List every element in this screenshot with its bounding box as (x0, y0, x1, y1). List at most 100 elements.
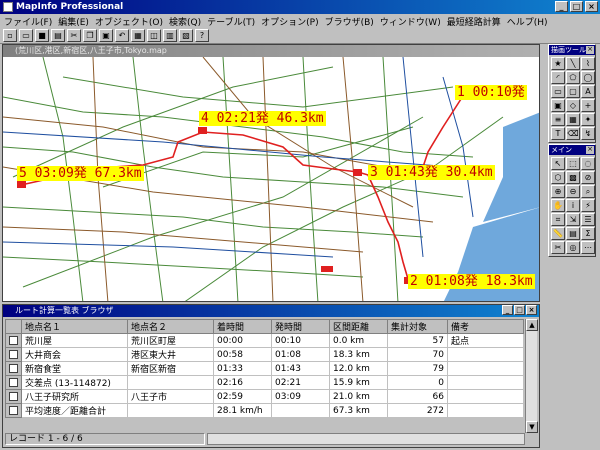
zoom-in-icon[interactable]: ⊕ (551, 185, 565, 198)
boundary-select-icon[interactable]: ▩ (566, 171, 580, 184)
info-tool-icon[interactable]: i (566, 199, 580, 212)
table-cell[interactable]: 荒川区町屋 (127, 333, 214, 348)
table-cell[interactable] (447, 361, 524, 376)
row-checkbox[interactable] (9, 391, 18, 401)
scroll-up-icon[interactable]: ▲ (526, 319, 538, 331)
table-cell[interactable] (447, 375, 524, 390)
table-cell[interactable] (447, 389, 524, 404)
table-cell[interactable]: 21.0 km (329, 389, 388, 404)
table-cell[interactable] (447, 347, 524, 362)
menu-table[interactable]: テーブル(T) (207, 15, 255, 28)
new-mapper-icon[interactable]: ◫ (147, 29, 161, 42)
polyline-tool-icon[interactable]: ⌇ (581, 57, 595, 70)
marquee-select-icon[interactable]: ⬚ (566, 157, 580, 170)
cut-icon[interactable]: ✂ (67, 29, 81, 42)
help-icon[interactable]: ? (195, 29, 209, 42)
table-cell[interactable]: 0.0 km (329, 333, 388, 348)
point-marker[interactable] (321, 266, 333, 272)
add-node-tool-icon[interactable]: + (581, 99, 595, 112)
table-cell[interactable]: 67.3 km (329, 403, 388, 418)
table-row[interactable]: 交差点 (13-114872) 02:16 02:21 15.9 km 0 (5, 375, 524, 390)
table-cell[interactable]: 新宿食堂 (21, 361, 128, 376)
graph-icon[interactable]: ▥ (163, 29, 177, 42)
table-cell[interactable]: 70 (387, 347, 448, 362)
column-header[interactable]: 区間距離 (329, 319, 388, 334)
label-tool-icon[interactable]: ⌗ (551, 213, 565, 226)
table-row[interactable]: 八王子研究所 八王子市 02:59 03:09 21.0 km 66 (5, 389, 524, 404)
row-checkbox[interactable] (9, 405, 18, 415)
table-cell[interactable] (271, 403, 330, 418)
table-cell[interactable]: 02:16 (213, 375, 272, 390)
table-cell[interactable]: 交差点 (13-114872) (21, 375, 128, 390)
drag-map-icon[interactable]: ⇲ (566, 213, 580, 226)
menu-shortest-route[interactable]: 最短経路計算 (447, 15, 501, 28)
table-cell[interactable]: 57 (387, 333, 448, 348)
line-tool-icon[interactable]: ╲ (566, 57, 580, 70)
show-legend-icon[interactable]: ▤ (566, 227, 580, 240)
vertical-scrollbar[interactable]: ▲ ▼ (525, 319, 538, 433)
table-cell[interactable]: 八王子市 (127, 389, 214, 404)
table-cell[interactable]: 66 (387, 389, 448, 404)
table-cell[interactable]: 0 (387, 375, 448, 390)
select-arrow-icon[interactable]: ↖ (551, 157, 565, 170)
table-cell[interactable]: 28.1 km/h (213, 403, 272, 418)
table-cell[interactable]: 79 (387, 361, 448, 376)
table-cell[interactable]: 起点 (447, 333, 524, 348)
symbol-tool-icon[interactable]: ★ (551, 57, 565, 70)
menu-window[interactable]: ウィンドウ(W) (380, 15, 441, 28)
menu-options[interactable]: オプション(P) (261, 15, 318, 28)
table-cell[interactable]: 01:08 (271, 347, 330, 362)
table-cell[interactable]: 03:09 (271, 389, 330, 404)
table-row[interactable]: 平均速度／距離合計 28.1 km/h 67.3 km 272 (5, 403, 524, 418)
table-cell[interactable]: 港区東大井 (127, 347, 214, 362)
ellipse-tool-icon[interactable]: ◯ (581, 71, 595, 84)
rectangle-tool-icon[interactable]: ▭ (551, 85, 565, 98)
column-header[interactable]: 発時間 (271, 319, 330, 334)
row-selector[interactable] (5, 389, 22, 404)
row-selector[interactable] (5, 361, 22, 376)
layer-control-icon[interactable]: ☰ (581, 213, 595, 226)
table-cell[interactable]: 272 (387, 403, 448, 418)
table-cell[interactable]: 12.0 km (329, 361, 388, 376)
table-cell[interactable]: 平均速度／距離合計 (21, 403, 128, 418)
route-marker-4[interactable] (198, 127, 207, 134)
print-icon[interactable]: ▤ (51, 29, 65, 42)
menu-file[interactable]: ファイル(F) (4, 15, 52, 28)
hotlink-icon[interactable]: ⚡ (581, 199, 595, 212)
grabber-hand-icon[interactable]: ✋ (551, 199, 565, 212)
scroll-down-icon[interactable]: ▼ (526, 421, 538, 433)
rounded-rect-tool-icon[interactable]: ▢ (566, 85, 580, 98)
change-view-icon[interactable]: ⌕ (581, 185, 595, 198)
route-marker-3[interactable] (353, 169, 362, 176)
table-cell[interactable] (127, 403, 214, 418)
row-checkbox[interactable] (9, 335, 18, 345)
table-cell[interactable]: 00:00 (213, 333, 272, 348)
set-target-icon[interactable]: ◎ (566, 241, 580, 254)
arc-tool-icon[interactable]: ◜ (551, 71, 565, 84)
open-folder-icon[interactable]: ▭ (19, 29, 33, 42)
maximize-button[interactable]: □ (570, 1, 583, 12)
table-cell[interactable]: 00:10 (271, 333, 330, 348)
row-selector[interactable] (5, 347, 22, 362)
menu-edit[interactable]: 編集(E) (58, 15, 89, 28)
misc-tool-icon[interactable]: ⋯ (581, 241, 595, 254)
text-tool-icon[interactable]: A (581, 85, 595, 98)
horizontal-scrollbar[interactable] (207, 433, 525, 445)
copy-icon[interactable]: ❐ (83, 29, 97, 42)
table-row[interactable]: 大井商会 港区東大井 00:58 01:08 18.3 km 70 (5, 347, 524, 362)
new-browser-icon[interactable]: ▦ (131, 29, 145, 42)
table-cell[interactable]: 15.9 km (329, 375, 388, 390)
undo-icon[interactable]: ↶ (115, 29, 129, 42)
menu-help[interactable]: ヘルプ(H) (507, 15, 548, 28)
close-icon[interactable]: × (586, 146, 594, 154)
route-tool-icon[interactable]: ↯ (581, 127, 595, 140)
table-cell[interactable]: 18.3 km (329, 347, 388, 362)
minimize-button[interactable]: _ (555, 1, 568, 12)
table-cell[interactable]: 大井商会 (21, 347, 128, 362)
table-cell[interactable]: 八王子研究所 (21, 389, 128, 404)
layout-icon[interactable]: ▧ (179, 29, 193, 42)
browser-minimize-button[interactable]: _ (502, 305, 513, 315)
polygon-tool-icon[interactable]: ⬠ (566, 71, 580, 84)
statistics-icon[interactable]: Σ (581, 227, 595, 240)
table-cell[interactable]: 新宿区新宿 (127, 361, 214, 376)
